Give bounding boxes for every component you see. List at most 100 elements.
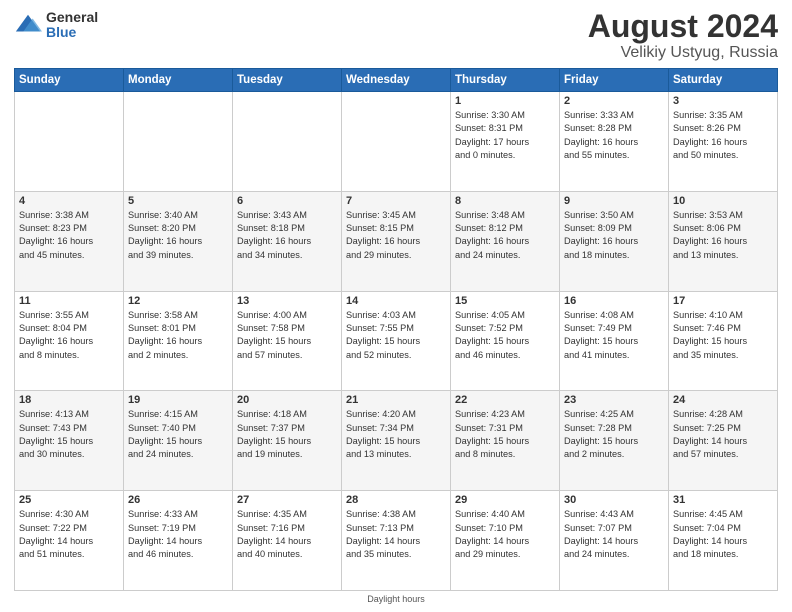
day-number: 9 <box>564 195 664 207</box>
day-number: 6 <box>237 195 337 207</box>
calendar-cell: 6 Sunrise: 3:43 AM Sunset: 8:18 PM Daylig… <box>233 191 342 291</box>
day-info: Sunrise: 3:50 AM Sunset: 8:09 PM Dayligh… <box>564 209 664 262</box>
calendar-cell: 18 Sunrise: 4:13 AM Sunset: 7:43 PM Dayli… <box>15 391 124 491</box>
day-number: 16 <box>564 295 664 307</box>
calendar-cell: 4 Sunrise: 3:38 AM Sunset: 8:23 PM Daylig… <box>15 191 124 291</box>
day-info: Sunrise: 4:35 AM Sunset: 7:16 PM Dayligh… <box>237 508 337 561</box>
calendar-table: SundayMondayTuesdayWednesdayThursdayFrid… <box>14 68 778 591</box>
day-number: 1 <box>455 95 555 107</box>
day-info: Sunrise: 3:45 AM Sunset: 8:15 PM Dayligh… <box>346 209 446 262</box>
day-info: Sunrise: 3:30 AM Sunset: 8:31 PM Dayligh… <box>455 109 555 162</box>
weekday-header-monday: Monday <box>124 69 233 92</box>
calendar-cell: 31Sunrise: 4:45 AM Sunset: 7:04 PM Dayli… <box>669 491 778 591</box>
day-number: 8 <box>455 195 555 207</box>
weekday-header-tuesday: Tuesday <box>233 69 342 92</box>
day-number: 4 <box>19 195 119 207</box>
day-number: 7 <box>346 195 446 207</box>
day-number: 13 <box>237 295 337 307</box>
day-info: Sunrise: 4:10 AM Sunset: 7:46 PM Dayligh… <box>673 309 773 362</box>
day-number: 26 <box>128 494 228 506</box>
day-number: 19 <box>128 394 228 406</box>
day-info: Sunrise: 4:33 AM Sunset: 7:19 PM Dayligh… <box>128 508 228 561</box>
calendar-cell: 22Sunrise: 4:23 AM Sunset: 7:31 PM Dayli… <box>451 391 560 491</box>
calendar-cell: 16 Sunrise: 4:08 AM Sunset: 7:49 PM Dayli… <box>560 291 669 391</box>
day-info: Sunrise: 4:08 AM Sunset: 7:49 PM Dayligh… <box>564 309 664 362</box>
calendar-cell: 5 Sunrise: 3:40 AM Sunset: 8:20 PM Daylig… <box>124 191 233 291</box>
calendar-cell: 7 Sunrise: 3:45 AM Sunset: 8:15 PM Daylig… <box>342 191 451 291</box>
day-number: 18 <box>19 394 119 406</box>
calendar-cell: 11Sunrise: 3:55 AM Sunset: 8:04 PM Dayli… <box>15 291 124 391</box>
calendar-cell: 13 Sunrise: 4:00 AM Sunset: 7:58 PM Dayli… <box>233 291 342 391</box>
day-number: 29 <box>455 494 555 506</box>
day-number: 10 <box>673 195 773 207</box>
day-number: 14 <box>346 295 446 307</box>
day-info: Sunrise: 3:38 AM Sunset: 8:23 PM Dayligh… <box>19 209 119 262</box>
calendar-cell: 21 Sunrise: 4:20 AM Sunset: 7:34 PM Dayli… <box>342 391 451 491</box>
day-info: Sunrise: 4:40 AM Sunset: 7:10 PM Dayligh… <box>455 508 555 561</box>
page: General Blue August 2024 Velikiy Ustyug,… <box>0 0 792 612</box>
calendar-header-row: SundayMondayTuesdayWednesdayThursdayFrid… <box>15 69 778 92</box>
logo-general: General <box>46 10 98 25</box>
title-block: August 2024 Velikiy Ustyug, Russia <box>588 10 778 62</box>
logo-text: General Blue <box>46 10 98 41</box>
calendar-week-3: 11Sunrise: 3:55 AM Sunset: 8:04 PM Dayli… <box>15 291 778 391</box>
day-info: Sunrise: 4:18 AM Sunset: 7:37 PM Dayligh… <box>237 408 337 461</box>
day-number: 21 <box>346 394 446 406</box>
day-info: Sunrise: 4:45 AM Sunset: 7:04 PM Dayligh… <box>673 508 773 561</box>
calendar-cell <box>233 92 342 192</box>
day-info: Sunrise: 3:48 AM Sunset: 8:12 PM Dayligh… <box>455 209 555 262</box>
calendar-cell: 20 Sunrise: 4:18 AM Sunset: 7:37 PM Dayli… <box>233 391 342 491</box>
weekday-header-saturday: Saturday <box>669 69 778 92</box>
day-info: Sunrise: 4:13 AM Sunset: 7:43 PM Dayligh… <box>19 408 119 461</box>
day-info: Sunrise: 3:40 AM Sunset: 8:20 PM Dayligh… <box>128 209 228 262</box>
calendar-cell: 19 Sunrise: 4:15 AM Sunset: 7:40 PM Dayli… <box>124 391 233 491</box>
calendar-cell <box>342 92 451 192</box>
title-location: Velikiy Ustyug, Russia <box>588 44 778 62</box>
day-info: Sunrise: 4:30 AM Sunset: 7:22 PM Dayligh… <box>19 508 119 561</box>
footer-note: Daylight hours <box>14 594 778 604</box>
day-number: 30 <box>564 494 664 506</box>
logo: General Blue <box>14 10 98 41</box>
calendar-week-4: 18 Sunrise: 4:13 AM Sunset: 7:43 PM Dayli… <box>15 391 778 491</box>
calendar-cell: 17 Sunrise: 4:10 AM Sunset: 7:46 PM Dayli… <box>669 291 778 391</box>
day-info: Sunrise: 4:43 AM Sunset: 7:07 PM Dayligh… <box>564 508 664 561</box>
day-info: Sunrise: 4:38 AM Sunset: 7:13 PM Dayligh… <box>346 508 446 561</box>
day-info: Sunrise: 3:43 AM Sunset: 8:18 PM Dayligh… <box>237 209 337 262</box>
day-info: Sunrise: 4:00 AM Sunset: 7:58 PM Dayligh… <box>237 309 337 362</box>
day-info: Sunrise: 3:58 AM Sunset: 8:01 PM Dayligh… <box>128 309 228 362</box>
weekday-header-sunday: Sunday <box>15 69 124 92</box>
weekday-header-wednesday: Wednesday <box>342 69 451 92</box>
calendar-cell: 25Sunrise: 4:30 AM Sunset: 7:22 PM Dayli… <box>15 491 124 591</box>
day-number: 12 <box>128 295 228 307</box>
calendar-cell: 23Sunrise: 4:25 AM Sunset: 7:28 PM Dayli… <box>560 391 669 491</box>
calendar-cell: 30 Sunrise: 4:43 AM Sunset: 7:07 PM Dayli… <box>560 491 669 591</box>
calendar-week-1: 1 Sunrise: 3:30 AM Sunset: 8:31 PM Daylig… <box>15 92 778 192</box>
day-info: Sunrise: 4:23 AM Sunset: 7:31 PM Dayligh… <box>455 408 555 461</box>
day-number: 20 <box>237 394 337 406</box>
day-info: Sunrise: 4:05 AM Sunset: 7:52 PM Dayligh… <box>455 309 555 362</box>
day-number: 5 <box>128 195 228 207</box>
calendar-week-5: 25Sunrise: 4:30 AM Sunset: 7:22 PM Dayli… <box>15 491 778 591</box>
day-number: 27 <box>237 494 337 506</box>
day-number: 17 <box>673 295 773 307</box>
day-number: 23 <box>564 394 664 406</box>
logo-blue: Blue <box>46 25 98 40</box>
day-info: Sunrise: 3:33 AM Sunset: 8:28 PM Dayligh… <box>564 109 664 162</box>
header: General Blue August 2024 Velikiy Ustyug,… <box>14 10 778 62</box>
day-number: 28 <box>346 494 446 506</box>
calendar-cell: 27 Sunrise: 4:35 AM Sunset: 7:16 PM Dayli… <box>233 491 342 591</box>
calendar-week-2: 4 Sunrise: 3:38 AM Sunset: 8:23 PM Daylig… <box>15 191 778 291</box>
logo-icon <box>14 11 42 39</box>
calendar-cell: 1 Sunrise: 3:30 AM Sunset: 8:31 PM Daylig… <box>451 92 560 192</box>
day-info: Sunrise: 4:20 AM Sunset: 7:34 PM Dayligh… <box>346 408 446 461</box>
weekday-header-friday: Friday <box>560 69 669 92</box>
calendar-cell: 3Sunrise: 3:35 AM Sunset: 8:26 PM Daylig… <box>669 92 778 192</box>
day-number: 3 <box>673 95 773 107</box>
title-month: August 2024 <box>588 10 778 42</box>
calendar-cell: 26 Sunrise: 4:33 AM Sunset: 7:19 PM Dayli… <box>124 491 233 591</box>
calendar-cell <box>15 92 124 192</box>
day-info: Sunrise: 3:55 AM Sunset: 8:04 PM Dayligh… <box>19 309 119 362</box>
day-info: Sunrise: 4:15 AM Sunset: 7:40 PM Dayligh… <box>128 408 228 461</box>
day-info: Sunrise: 4:03 AM Sunset: 7:55 PM Dayligh… <box>346 309 446 362</box>
calendar-cell: 29 Sunrise: 4:40 AM Sunset: 7:10 PM Dayli… <box>451 491 560 591</box>
